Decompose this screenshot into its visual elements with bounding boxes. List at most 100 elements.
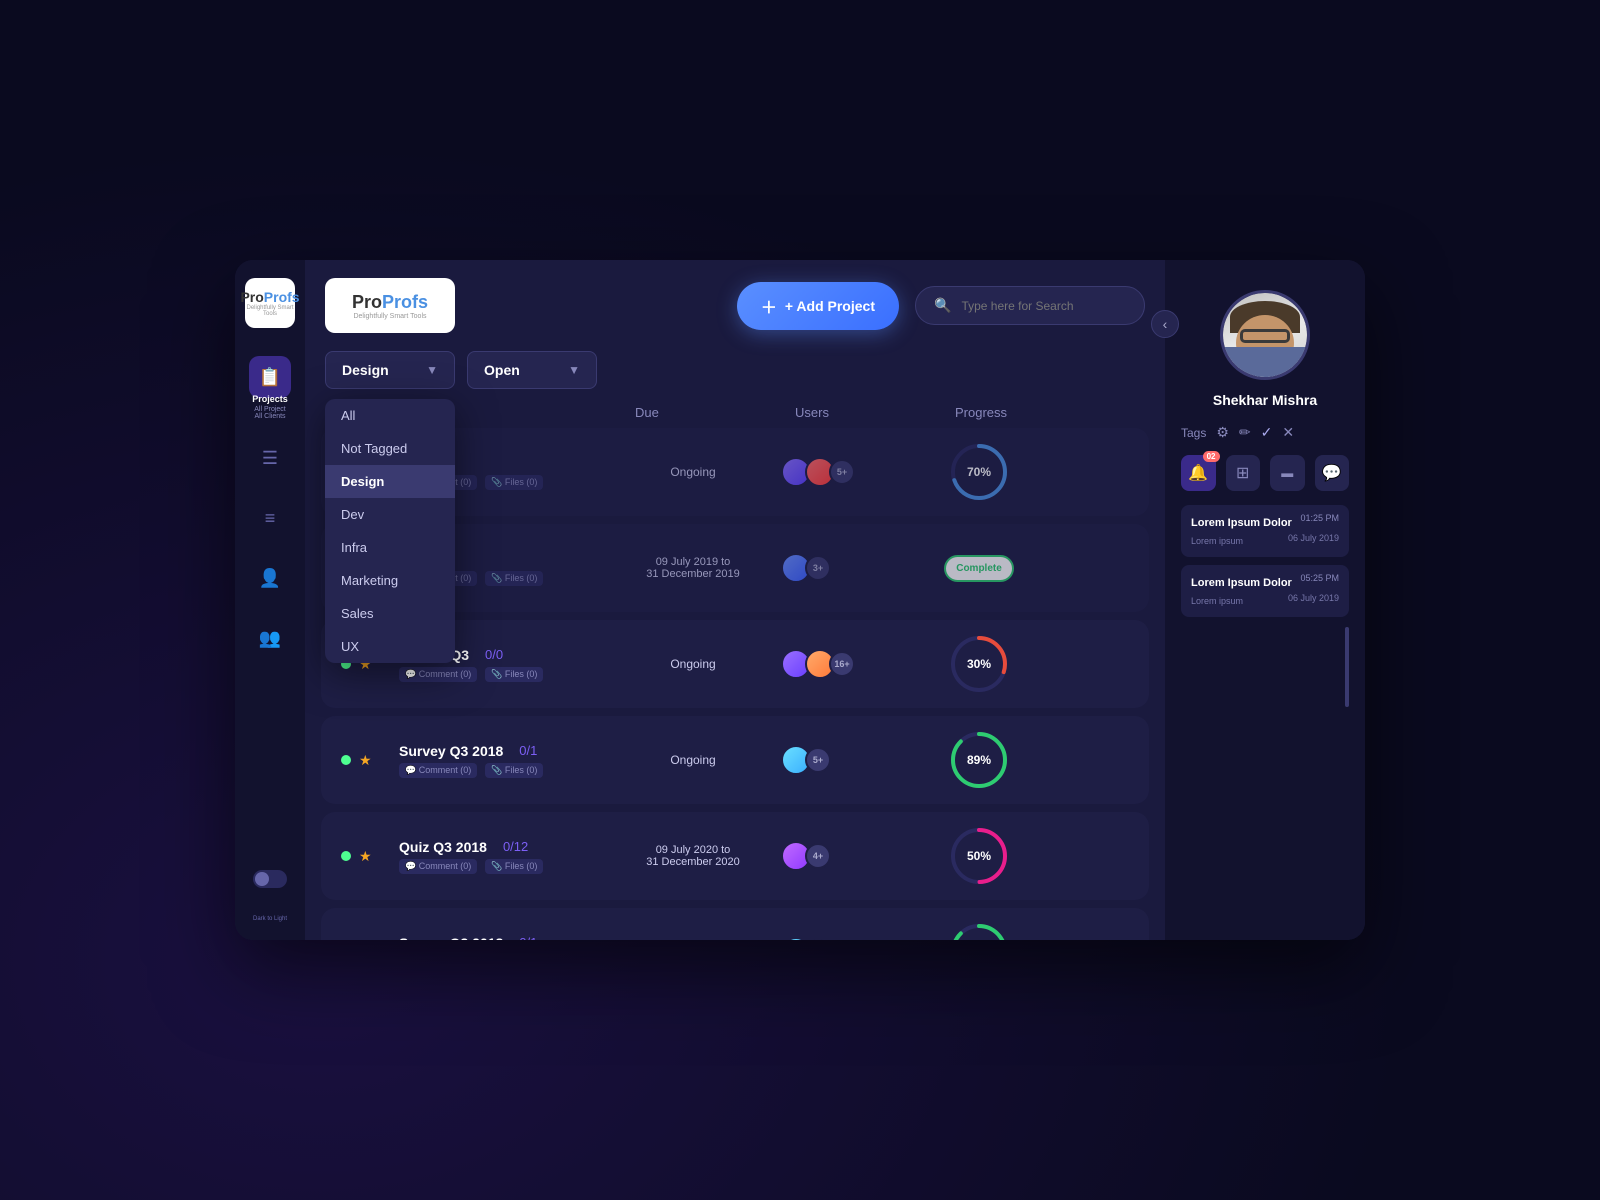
- file-badge: 📎 Files (0): [485, 763, 543, 778]
- avatar: [781, 937, 811, 940]
- top-bar: ProProfs Delightfully Smart Tools ＋ + Ad…: [305, 260, 1165, 351]
- reports-icon: ≡: [265, 508, 276, 529]
- progress-text: 70%: [967, 465, 991, 479]
- avatar-more: 16+: [829, 651, 855, 677]
- sidebar-item-reports[interactable]: ≡: [249, 498, 291, 540]
- message-item[interactable]: Lorem Ipsum Dolor 05:25 PM Lorem ipsum 0…: [1181, 565, 1349, 617]
- chat-button[interactable]: 💬: [1315, 455, 1350, 491]
- message-time: 01:25 PM: [1300, 513, 1339, 523]
- progress-ring: 30%: [949, 634, 1009, 694]
- due-date: Ongoing: [613, 465, 773, 479]
- scrollbar[interactable]: [1345, 627, 1349, 707]
- sidebar-toggle-label: Dark to Light: [253, 916, 287, 922]
- complete-badge: Complete: [944, 555, 1014, 582]
- edit-icon[interactable]: ✏: [1239, 424, 1251, 441]
- sidebar-all-project[interactable]: All Project: [252, 406, 288, 413]
- project-count: 0/0: [485, 647, 503, 662]
- table-row[interactable]: ★ Survey Q3 2018 0/1 💬 Comment (0) 📎 Fil…: [321, 716, 1149, 804]
- due-date: Ongoing: [613, 753, 773, 767]
- project-count: 0/1: [519, 743, 537, 758]
- add-project-button[interactable]: ＋ + Add Project: [737, 282, 899, 330]
- logo-box: ProProfs Delightfully Smart Tools: [325, 278, 455, 333]
- sidebar-all-clients[interactable]: All Clients: [252, 413, 288, 420]
- sidebar-item-tasks[interactable]: ☰: [249, 438, 291, 480]
- progress-ring: 50%: [949, 826, 1009, 886]
- users-icon: 👤: [259, 568, 281, 589]
- messages-list: Lorem Ipsum Dolor 01:25 PM Lorem ipsum 0…: [1181, 505, 1349, 617]
- dropdown-option-design[interactable]: Design: [325, 465, 455, 498]
- project-name: Survey Q3 2018: [399, 935, 503, 941]
- check-icon[interactable]: ✓: [1261, 424, 1273, 441]
- chevron-down-icon-2: ▼: [568, 363, 580, 377]
- project-count: 0/12: [503, 839, 528, 854]
- search-input[interactable]: [961, 299, 1126, 313]
- project-name: Quiz Q3 2018: [399, 839, 487, 855]
- progress-ring: 89%: [949, 730, 1009, 790]
- table-row[interactable]: ★ Quiz Q3 2018 0/12 💬 Comment (0) 📎 File…: [321, 812, 1149, 900]
- table-row[interactable]: ★ Survey Q3 2018 0/1 💬 Comment (0) 📎 Fil…: [321, 908, 1149, 940]
- dropdown-option-all[interactable]: All: [325, 399, 455, 432]
- settings-icon[interactable]: ⚙: [1216, 424, 1229, 441]
- message-item[interactable]: Lorem Ipsum Dolor 01:25 PM Lorem ipsum 0…: [1181, 505, 1349, 557]
- teams-icon: 👥: [259, 628, 281, 649]
- message-subtitle: Lorem ipsum: [1191, 536, 1243, 546]
- due-date: Ongoing: [613, 657, 773, 671]
- dropdown-option-ux[interactable]: UX: [325, 630, 455, 663]
- star-icon: ★: [359, 848, 372, 865]
- status-dropdown[interactable]: Open ▼: [467, 351, 597, 389]
- grid-view-button[interactable]: ⊞: [1226, 455, 1261, 491]
- dropdown-option-marketing[interactable]: Marketing: [325, 564, 455, 597]
- notification-button[interactable]: 🔔 02: [1181, 455, 1216, 491]
- avatar-more: 4+: [805, 843, 831, 869]
- dropdown-option-sales[interactable]: Sales: [325, 597, 455, 630]
- status-dot: [341, 755, 351, 765]
- file-badge: 📎 Files (0): [485, 859, 543, 874]
- search-icon: 🔍: [934, 297, 951, 314]
- comment-badge: 💬 Comment (0): [399, 667, 477, 682]
- avatar-more: 5+: [805, 747, 831, 773]
- sidebar-toggle[interactable]: [253, 870, 287, 888]
- notification-badge: 02: [1203, 451, 1220, 462]
- user-name: Shekhar Mishra: [1213, 392, 1317, 408]
- category-dropdown[interactable]: Design ▼: [325, 351, 455, 389]
- progress-ring: 89%: [949, 922, 1009, 940]
- list-view-button[interactable]: ▬: [1270, 455, 1305, 491]
- comment-badge: 💬 Comment (0): [399, 763, 477, 778]
- message-title: Lorem Ipsum Dolor: [1191, 577, 1292, 589]
- projects-icon: 📋: [259, 367, 281, 388]
- message-title: Lorem Ipsum Dolor: [1191, 517, 1292, 529]
- sidebar-logo: ProProfs Delightfully Smart Tools: [245, 278, 295, 328]
- message-subtitle: Lorem ipsum: [1191, 596, 1243, 606]
- message-date: 06 July 2019: [1288, 593, 1339, 603]
- avatar-more: 5+: [829, 459, 855, 485]
- dropdown-option-dev[interactable]: Dev: [325, 498, 455, 531]
- star-icon: ★: [359, 752, 372, 769]
- progress-text: 50%: [967, 849, 991, 863]
- sidebar-item-teams[interactable]: 👥: [249, 618, 291, 660]
- user-avatar: [1220, 290, 1310, 380]
- progress-ring: 70%: [949, 442, 1009, 502]
- sidebar-item-projects[interactable]: 📋: [249, 356, 291, 398]
- plus-icon: ＋: [761, 294, 777, 318]
- file-badge: 📎 Files (0): [485, 475, 543, 490]
- collapse-button[interactable]: ‹: [1151, 310, 1179, 338]
- status-dot: [341, 851, 351, 861]
- due-date: 09 July 2020 to31 December 2020: [613, 844, 773, 868]
- sidebar-item-users[interactable]: 👤: [249, 558, 291, 600]
- notifications-row: 🔔 02 ⊞ ▬ 💬: [1181, 455, 1349, 491]
- file-badge: 📎 Files (0): [485, 667, 543, 682]
- row-status-4: ★: [341, 752, 391, 769]
- project-count: 0/1: [519, 935, 537, 940]
- progress-ring: Complete: [949, 538, 1009, 598]
- progress-text: 89%: [967, 753, 991, 767]
- dropdown-option-nottagged[interactable]: Not Tagged: [325, 432, 455, 465]
- avatar-more: 5+: [805, 939, 831, 940]
- right-panel: ‹ Shekhar Mishra Tags ⚙ ✏ ✓ ✕ 🔔: [1165, 260, 1365, 940]
- sidebar: ProProfs Delightfully Smart Tools 📋 Proj…: [235, 260, 305, 940]
- dropdown-option-infra[interactable]: Infra: [325, 531, 455, 564]
- message-time: 05:25 PM: [1300, 573, 1339, 583]
- users-group: 5+: [781, 937, 941, 940]
- file-badge: 📎 Files (0): [485, 571, 543, 586]
- users-group: 3+: [781, 553, 941, 583]
- close-icon[interactable]: ✕: [1282, 424, 1294, 441]
